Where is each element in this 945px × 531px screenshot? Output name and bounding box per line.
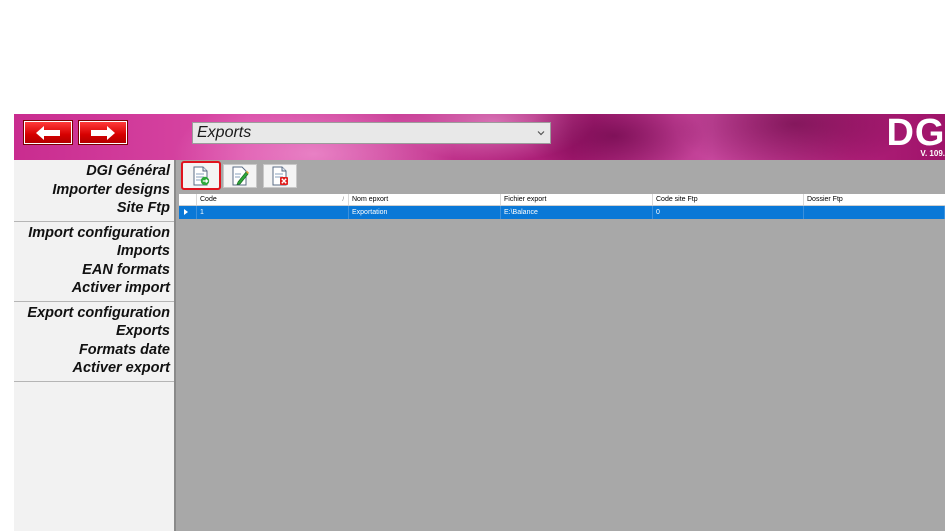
column-header-dossier-ftp[interactable]: Dossier Ftp [804, 194, 945, 205]
cell-code[interactable]: 1 [197, 206, 349, 219]
menu-item-site-ftp[interactable]: Site Ftp [14, 199, 170, 218]
menu-group-export: Export configuration Exports Formats dat… [14, 302, 174, 382]
table-row[interactable]: 1 Exportation E:\Balance 0 [179, 206, 945, 219]
add-export-button[interactable] [181, 161, 221, 190]
grid-header: Code / Nom epxort Fichier export Code si… [179, 194, 945, 206]
sort-icon: / [342, 197, 344, 203]
version-label: V. 109. [920, 149, 945, 158]
column-header-label: Fichier export [504, 196, 547, 203]
column-header-code-site-ftp[interactable]: Code site Ftp [653, 194, 804, 205]
module-select[interactable]: Exports [192, 122, 551, 144]
cell-code-site-ftp[interactable]: 0 [653, 206, 804, 219]
app-window: Exports DGI V. 109. DGI Général Importer… [14, 114, 945, 531]
menu-item-export-configuration[interactable]: Export configuration [14, 304, 170, 323]
cell-fichier-export[interactable]: E:\Balance [501, 206, 653, 219]
delete-export-button[interactable] [263, 164, 297, 188]
menu-item-activer-import[interactable]: Activer import [14, 279, 170, 298]
row-pointer-icon [184, 209, 188, 215]
column-header-label: Code [200, 196, 217, 203]
column-header-label: Code site Ftp [656, 196, 698, 203]
column-header-label: Dossier Ftp [807, 196, 843, 203]
new-document-icon [193, 166, 210, 185]
menu-item-dgi-general[interactable]: DGI Général [14, 162, 170, 181]
delete-document-icon [272, 166, 288, 186]
menu-item-ean-formats[interactable]: EAN formats [14, 261, 170, 280]
edit-export-button[interactable] [223, 164, 257, 188]
forward-button[interactable] [79, 121, 127, 144]
column-header-fichier-export[interactable]: Fichier export [501, 194, 653, 205]
menu-group-import: Import configuration Imports EAN formats… [14, 222, 174, 302]
arrow-right-icon [91, 125, 115, 140]
sidebar-menu: DGI Général Importer designs Site Ftp Im… [14, 160, 174, 531]
toolbar [176, 160, 945, 193]
column-header-nom-export[interactable]: Nom epxort [349, 194, 501, 205]
column-header-label: Nom epxort [352, 196, 389, 203]
menu-item-import-configuration[interactable]: Import configuration [14, 224, 170, 243]
menu-item-importer-designs[interactable]: Importer designs [14, 181, 170, 200]
menu-item-activer-export[interactable]: Activer export [14, 359, 170, 378]
menu-item-imports[interactable]: Imports [14, 242, 170, 261]
cell-nom-export[interactable]: Exportation [349, 206, 501, 219]
row-selector-header[interactable] [179, 194, 197, 205]
header-band: Exports DGI V. 109. [14, 114, 945, 160]
arrow-left-icon [36, 125, 60, 140]
back-button[interactable] [24, 121, 72, 144]
menu-group-general: DGI Général Importer designs Site Ftp [14, 160, 174, 222]
exports-grid: Code / Nom epxort Fichier export Code si… [179, 194, 945, 219]
row-selector[interactable] [179, 206, 197, 219]
chevron-down-icon [537, 131, 545, 136]
menu-item-exports[interactable]: Exports [14, 322, 170, 341]
menu-item-formats-date[interactable]: Formats date [14, 341, 170, 360]
module-select-value: Exports [197, 124, 252, 141]
column-header-code[interactable]: Code / [197, 194, 349, 205]
edit-document-icon [232, 166, 249, 186]
content-area: Code / Nom epxort Fichier export Code si… [176, 160, 945, 531]
cell-dossier-ftp[interactable] [804, 206, 945, 219]
